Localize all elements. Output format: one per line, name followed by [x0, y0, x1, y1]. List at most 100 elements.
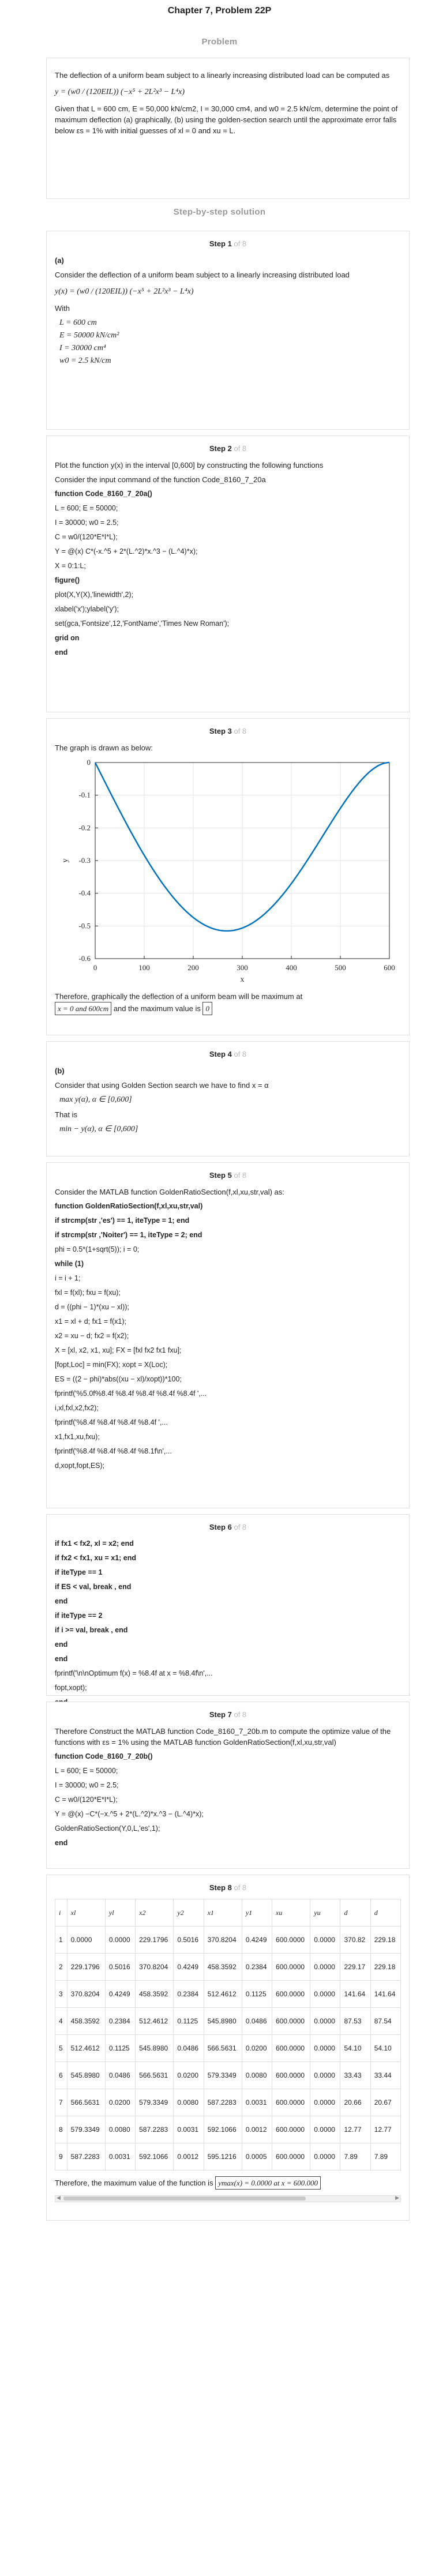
- x-tick-label: 200: [187, 963, 199, 972]
- step-title: Step 5 of 8: [209, 1171, 247, 1180]
- table-cell: 0.5016: [104, 1953, 136, 1981]
- table-cell: 545.8980: [203, 2007, 242, 2035]
- code-line: x1,fx1,xu,fxu);: [55, 1433, 100, 1441]
- table-cell: 1: [55, 1926, 67, 1954]
- table-row: 8 579.3349 0.0080 587.2283 0.0031 592.1066 0.0…: [55, 2116, 401, 2143]
- table-cell: 600.0000: [272, 2116, 311, 2143]
- code-line: d,xopt,fopt,ES);: [55, 1462, 105, 1470]
- table-cell: 4: [55, 2007, 67, 2035]
- code-line: GoldenRatioSection(Y,0,L,'es',1);: [55, 1824, 160, 1833]
- code-line: if strcmp(str ,'Noiter') == 1, iteType =…: [55, 1231, 202, 1239]
- table-cell: 0.0000: [310, 2089, 341, 2116]
- results-table-container[interactable]: i xl yl x2 y2 x1 y1 xu yu d d 1 0.0000 0.0000 229.1796…: [55, 1899, 401, 2171]
- table-row: 2 229.1796 0.5016 370.8204 0.4249 458.3592 0.2…: [55, 1953, 401, 1981]
- table-cell: 0.0031: [173, 2116, 204, 2143]
- code-line: grid on: [55, 634, 80, 642]
- code-block: function Code_8160_7_20a() L = 600; E = 5…: [55, 489, 401, 658]
- code-line: end: [55, 648, 68, 656]
- step-5-card: Step 5 of 8 Consider the MATLAB function…: [46, 1162, 410, 1508]
- step-3-card: Step 3 of 8 The graph is drawn as below:…: [46, 718, 410, 1035]
- step-title: Step 6 of 8: [209, 1523, 247, 1531]
- table-cell: 579.3349: [66, 2116, 106, 2143]
- code-line: fprintf('%8.4f %8.4f %8.4f %8.1f\n',...: [55, 1447, 172, 1455]
- table-cell: 0.4249: [241, 1926, 273, 1954]
- table-cell: 458.3592: [66, 2007, 106, 2035]
- table-cell: 579.3349: [135, 2089, 174, 2116]
- part-label: (b): [55, 1067, 65, 1075]
- scroll-right-icon[interactable]: ▶: [395, 2195, 399, 2201]
- that-is-label: That is: [55, 1110, 78, 1119]
- code-line: end: [55, 1597, 68, 1605]
- table-cell: 0.0486: [104, 2061, 136, 2089]
- table-cell: 512.4612: [203, 1980, 242, 2008]
- step-text: Consider the MATLAB function GoldenRatio…: [55, 1188, 284, 1196]
- step-7-card: Step 7 of 8 Therefore Construct the MATL…: [46, 1702, 410, 1869]
- table-cell: 512.4612: [135, 2007, 174, 2035]
- table-cell: 0.2384: [104, 2007, 136, 2035]
- column-header: yl: [104, 1899, 136, 1927]
- column-header: yu: [310, 1899, 341, 1927]
- table-cell: 595.1216: [203, 2143, 242, 2171]
- code-line: x1 = xl + d; fx1 = f(x1);: [55, 1317, 127, 1325]
- table-cell: 141.64: [340, 1980, 371, 2008]
- table-cell: 0.0080: [173, 2089, 204, 2116]
- y-tick-label: -0.6: [78, 954, 91, 963]
- step-title: Step 2 of 8: [209, 444, 247, 453]
- code-line: if fx2 < fx1, xu = x1; end: [55, 1554, 137, 1562]
- code-line: function GoldenRatioSection(f,xl,xu,str,…: [55, 1202, 203, 1210]
- step-title: Step 1 of 8: [209, 239, 247, 248]
- code-line: end: [55, 1839, 68, 1847]
- problem-header: Problem: [201, 37, 238, 47]
- step-6-card: Step 6 of 8 if fx1 < fx2, xl = x2; end if…: [46, 1514, 410, 1706]
- y-tick-label: 0: [87, 758, 91, 767]
- scrollbar-thumb[interactable]: [63, 2196, 306, 2201]
- step-equation: y(x) = (w0 / (120EIL)) (−x⁵ + 2L²x³ − L⁴…: [55, 287, 194, 296]
- table-cell: 87.54: [370, 2007, 401, 2035]
- table-cell: 0.0000: [310, 2143, 341, 2171]
- table-cell: 566.5631: [66, 2089, 106, 2116]
- table-cell: 0.0486: [173, 2034, 204, 2062]
- code-line: plot(X,Y(X),'linewidth',2);: [55, 591, 134, 599]
- step-text: The graph is drawn as below:: [55, 743, 153, 752]
- horizontal-scrollbar[interactable]: ◀ ▶: [55, 2195, 401, 2202]
- step-text: Plot the function y(x) in the interval […: [55, 461, 324, 470]
- table-cell: 0.0000: [310, 1953, 341, 1981]
- scroll-left-icon[interactable]: ◀: [57, 2195, 61, 2201]
- table-cell: 2: [55, 1953, 67, 1981]
- table-cell: 579.3349: [203, 2061, 242, 2089]
- table-cell: 0.0080: [241, 2061, 273, 2089]
- column-header: d: [370, 1899, 401, 1927]
- code-line: ES = ((2 − phi)*abs((xu − xl)/xopt))*100…: [55, 1375, 182, 1383]
- table-cell: 0.0000: [310, 1980, 341, 2008]
- y-tick-label: -0.3: [78, 856, 91, 865]
- part-label: (a): [55, 256, 64, 265]
- answer-box: 0: [202, 1002, 212, 1015]
- table-row: 1 0.0000 0.0000 229.1796 0.5016 370.8204 0.424…: [55, 1926, 401, 1954]
- code-line: end: [55, 1655, 68, 1663]
- table-cell: 3: [55, 1980, 67, 2008]
- code-line: if iteType == 2: [55, 1612, 103, 1620]
- y-tick-label: -0.2: [78, 823, 91, 832]
- table-cell: 7: [55, 2089, 67, 2116]
- code-line: i = i + 1;: [55, 1274, 81, 1282]
- code-line: i,xl,fxl,x2,fx2);: [55, 1404, 99, 1412]
- table-cell: 8: [55, 2116, 67, 2143]
- table-cell: 600.0000: [272, 1980, 311, 2008]
- code-line: fxl = f(xl); fxu = f(xu);: [55, 1289, 121, 1297]
- table-cell: 600.0000: [272, 2143, 311, 2171]
- step-title: Step 7 of 8: [209, 1710, 247, 1719]
- table-cell: 545.8980: [135, 2034, 174, 2062]
- table-cell: 0.0000: [66, 1926, 106, 1954]
- table-cell: 566.5631: [135, 2061, 174, 2089]
- table-cell: 0.0012: [173, 2143, 204, 2171]
- table-cell: 592.1066: [135, 2143, 174, 2171]
- code-line: end: [55, 1640, 68, 1649]
- table-cell: 0.0000: [310, 2034, 341, 2062]
- table-cell: 229.17: [340, 1953, 371, 1981]
- code-block: function Code_8160_7_20b() L = 600; E = 5…: [55, 1751, 401, 1849]
- given-value: I = 30000 cm⁴: [59, 344, 106, 352]
- problem-equation: y = (w0 / (120EIL)) (−x⁵ + 2L²x³ − L⁴x): [55, 88, 185, 96]
- table-cell: 7.89: [340, 2143, 371, 2171]
- step-8-card: Step 8 of 8 i xl yl x2 y2 x1 y1 xu yu d d 1 0.0000 0.…: [46, 1875, 410, 2221]
- table-cell: 0.1125: [104, 2034, 136, 2062]
